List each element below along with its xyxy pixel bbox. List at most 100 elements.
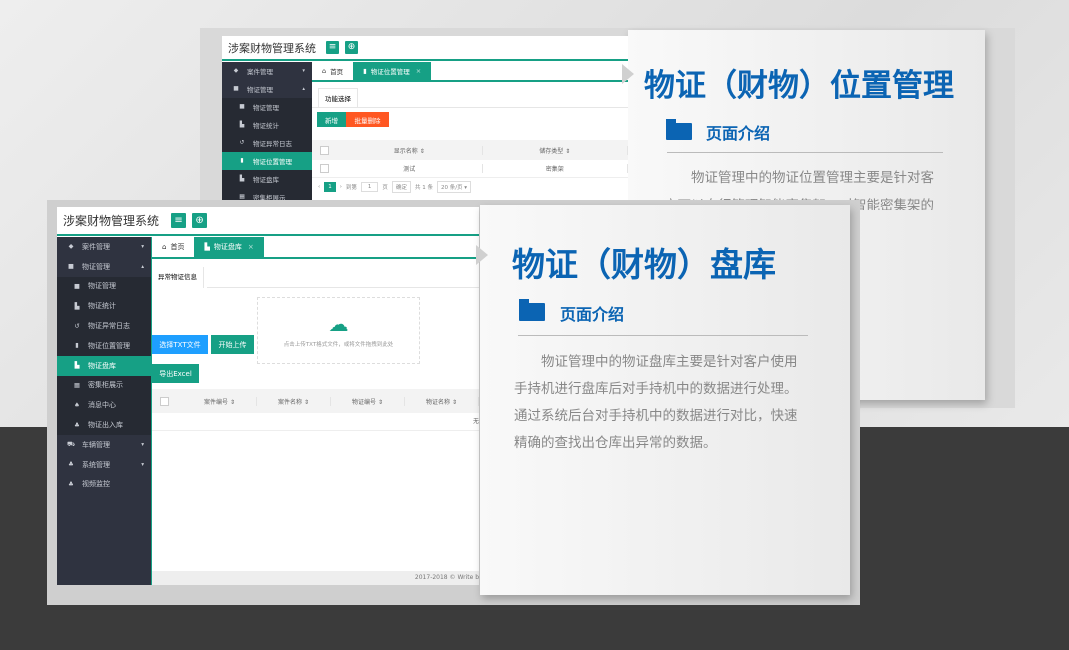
section-tab[interactable]: 功能选择 <box>318 88 358 108</box>
tab[interactable]: ⌂ 首页 <box>152 237 194 257</box>
batch-delete-button[interactable]: 批量删除 <box>346 112 389 127</box>
sidebar-item[interactable]: ⛟ 车辆管理 ▾ <box>57 435 151 455</box>
column-header[interactable]: 案件名称 ⇕ <box>257 396 331 406</box>
grid-icon: ▦ <box>74 381 80 389</box>
upload-dropzone[interactable]: ☁ 点击上传TXT格式文件，或将文件拖拽到此处 <box>257 297 420 364</box>
menu-icon[interactable]: ≡ <box>326 41 339 54</box>
empty-row: 无 <box>152 413 479 431</box>
cubes-icon: ♣ <box>68 480 74 488</box>
menu-icon[interactable]: ≡ <box>171 213 187 228</box>
sidebar-item[interactable]: ■ 物证管理 ▴ <box>57 257 151 277</box>
sidebar-item-label: 物证异常日志 <box>88 322 130 331</box>
sidebar-item-label: 物证位置管理 <box>88 341 130 350</box>
close-icon[interactable]: × <box>248 243 254 251</box>
sidebar: ◆ 案件管理 ▾ ■ 物证管理 ▴ ■ 物证管理 ▙ 物证统计 ↺ 物证异常日志 ▮ 物证位置管理 ▙ 物证盘… <box>57 237 151 585</box>
divider <box>312 107 628 108</box>
tab-bar: ⌂ 首页 ▙ 物证盘库 × <box>152 237 479 259</box>
goto-label: 到第 <box>345 185 357 191</box>
tab[interactable]: ▮ 物证位置管理 × <box>353 62 432 80</box>
tab[interactable]: ⌂ 首页 <box>312 62 353 80</box>
sidebar-item[interactable]: ◆ 案件管理 ▾ <box>222 62 312 80</box>
sidebar-item[interactable]: ♣ 系统管理 ▾ <box>57 455 151 475</box>
tag-icon: ◆ <box>233 68 239 74</box>
tab-label: 物证位置管理 <box>370 68 410 76</box>
sidebar-item-label: 密集柜展示 <box>88 381 123 390</box>
caret-icon: ▾ <box>141 441 144 448</box>
sidebar-item[interactable]: ♠ 消息中心 <box>57 395 151 416</box>
column-header[interactable]: 案件编号 ⇕ <box>183 396 257 406</box>
sidebar-item-label: 案件管理 <box>247 68 273 76</box>
row-checkbox[interactable] <box>320 164 329 173</box>
home-icon: ⌂ <box>162 243 167 251</box>
sidebar-item[interactable]: ■ 物证管理 <box>222 98 312 116</box>
bookmark-icon: ▮ <box>75 342 79 350</box>
sidebar-item[interactable]: ♣ 物证出入库 <box>57 415 151 435</box>
folder-icon <box>519 299 545 321</box>
empty-text: 无 <box>472 418 479 425</box>
sidebar-item[interactable]: ▙ 物证统计 <box>57 296 151 317</box>
tab[interactable]: ▙ 物证盘库 × <box>194 237 264 257</box>
page-1[interactable]: 1 <box>324 182 336 192</box>
sidebar-item-label: 物证管理 <box>88 282 116 291</box>
prev-page[interactable]: ‹ <box>318 184 320 190</box>
section-tab[interactable]: 异常物证信息 <box>152 267 204 288</box>
sidebar-item[interactable]: ◆ 案件管理 ▾ <box>57 237 151 257</box>
confirm-button[interactable]: 确定 <box>391 181 411 193</box>
select-txt-button[interactable]: 选择TXT文件 <box>152 335 208 354</box>
back-title: 物证（财物）位置管理 <box>644 68 954 104</box>
plus-circle-icon[interactable]: ⊕ <box>345 41 358 54</box>
chart-icon: ▙ <box>239 176 245 182</box>
sidebar-item[interactable]: ▮ 物证位置管理 <box>222 152 312 170</box>
front-title: 物证（财物）盘库 <box>512 245 776 284</box>
front-intro-text: 物证管理中的物证盘库主要是针对客户使用手持机进行盘库后对手持机中的数据进行处理。… <box>514 354 798 451</box>
cubes-icon: ♣ <box>68 461 74 469</box>
front-app-window: 涉案财物管理系统 ≡ ⊕ ◆ 案件管理 ▾ ■ 物证管理 ▴ ■ 物证管理 ▙ 物证统计 ↺ 物证异常… <box>57 207 479 585</box>
plus-circle-icon[interactable]: ⊕ <box>192 213 208 228</box>
bookmark-icon: ▮ <box>363 67 367 75</box>
app-header: 涉案财物管理系统 ≡ ⊕ <box>57 207 479 236</box>
bell-icon: ♠ <box>74 401 80 409</box>
sidebar-item[interactable]: ▮ 物证位置管理 <box>57 335 151 356</box>
column-header[interactable]: 物证名称 ⇕ <box>405 396 479 406</box>
divider <box>518 335 808 336</box>
page-size-select[interactable]: 20 条/页 ▾ <box>436 181 472 193</box>
app-title: 涉案财物管理系统 <box>63 214 160 228</box>
sidebar-item-label: 物证盘库 <box>253 176 279 184</box>
cubes-icon: ♣ <box>74 421 80 429</box>
column-header[interactable]: 储存类型 ⇕ <box>483 145 628 155</box>
chart-icon: ▙ <box>239 122 245 128</box>
sidebar-item[interactable]: ♣ 视频监控 <box>57 475 151 495</box>
column-header[interactable]: 显示名称 ⇕ <box>337 145 483 155</box>
caret-icon: ▾ <box>141 461 144 468</box>
sidebar-item-label: 物证管理 <box>253 104 279 112</box>
sidebar-item-label: 物证统计 <box>253 122 279 130</box>
caret-icon: ▴ <box>141 263 144 270</box>
cell-type: 密集架 <box>483 164 628 173</box>
sidebar-item-label: 车辆管理 <box>82 440 110 449</box>
start-upload-button[interactable]: 开始上传 <box>211 335 254 354</box>
close-icon[interactable]: × <box>416 67 421 75</box>
column-header[interactable]: 物证编号 ⇕ <box>331 396 405 406</box>
sidebar-item[interactable]: ↺ 物证异常日志 <box>57 316 151 336</box>
sidebar-item[interactable]: ▦ 密集柜展示 <box>57 375 151 396</box>
add-button[interactable]: 新增 <box>317 112 346 127</box>
cloud-upload-icon: ☁ <box>328 312 349 336</box>
box-icon: ■ <box>74 282 80 290</box>
sidebar-item[interactable]: ▙ 物证盘库 <box>222 170 312 188</box>
next-page[interactable]: › <box>340 184 342 190</box>
divider <box>207 287 479 288</box>
goto-input[interactable]: 1 <box>360 182 379 192</box>
tab-bar: ⌂ 首页 ▮ 物证位置管理 × <box>312 62 628 82</box>
table-row: 测试 密集架 <box>312 160 628 178</box>
select-all-checkbox[interactable] <box>320 145 329 155</box>
sidebar-item[interactable]: ▙ 物证统计 <box>222 116 312 134</box>
sidebar-item[interactable]: ■ 物证管理 <box>57 276 151 297</box>
select-all-checkbox[interactable] <box>160 396 169 406</box>
export-excel-button[interactable]: 导出Excel <box>152 364 199 383</box>
sidebar-item[interactable]: ▙ 物证盘库 <box>57 355 151 376</box>
sidebar-item-label: 消息中心 <box>88 401 116 410</box>
sidebar-item[interactable]: ■ 物证管理 ▴ <box>222 80 312 98</box>
tab-label: 首页 <box>170 243 185 251</box>
front-intro-heading: 页面介绍 <box>560 305 625 324</box>
sidebar-item[interactable]: ↺ 物证异常日志 <box>222 134 312 152</box>
